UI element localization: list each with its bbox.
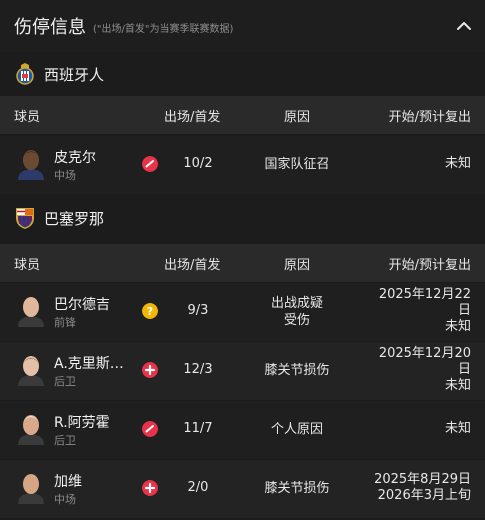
- team-name: 西班牙人: [44, 66, 105, 84]
- player-reason: 出战成疑 受伤: [248, 295, 346, 329]
- player-reason: 膝关节损伤: [264, 481, 330, 496]
- reason-line: 出战成疑: [270, 296, 323, 311]
- player-return: 2025年8月29日 2026年3月上旬: [351, 472, 471, 504]
- table-row[interactable]: R.阿劳霍 后卫 11/7 个人原因 未知: [0, 401, 485, 459]
- col-player: 球员: [14, 110, 41, 125]
- player-apps: 2/0: [187, 480, 209, 495]
- player-position: 后卫: [54, 434, 76, 447]
- player-position: 前锋: [54, 316, 76, 329]
- injury-panel: 伤停信息 ("出场/首发"为当赛季联赛数据) 西班牙人 球员 出场/首发 原因 …: [0, 0, 485, 520]
- player-reason: 膝关节损伤: [264, 363, 330, 378]
- table-row[interactable]: A.克里斯… 后卫 12/3 膝关节损伤 2025年12月20 日 未知: [0, 342, 485, 400]
- col-reason: 原因: [284, 110, 311, 125]
- panel-subtitle: ("出场/首发"为当赛季联赛数据): [93, 24, 234, 35]
- col-apps: 出场/首发: [164, 258, 221, 273]
- player-apps: 9/3: [187, 303, 209, 318]
- col-reason: 原因: [284, 258, 311, 273]
- table-row[interactable]: 加维 中场 2/0 膝关节损伤 2025年8月29日 2026年3月上旬: [0, 460, 485, 518]
- team-name: 巴塞罗那: [44, 210, 105, 228]
- question-icon: ?: [142, 303, 158, 319]
- medical-cross-icon: [142, 480, 158, 496]
- panel-title: 伤停信息: [14, 17, 86, 38]
- barcelona-crest-icon: [16, 208, 34, 229]
- player-position: 后卫: [54, 375, 76, 388]
- col-player: 球员: [14, 258, 41, 273]
- medical-cross-icon: [142, 362, 158, 378]
- return-line: 未知: [444, 378, 471, 393]
- player-name: 加维: [54, 474, 82, 490]
- return-line: 2026年3月上旬: [377, 488, 471, 503]
- player-reason: 个人原因: [270, 422, 323, 437]
- return-line: 未知: [444, 319, 471, 334]
- return-line: 2025年12月22: [378, 287, 471, 302]
- team-section-barcelona: 巴塞罗那: [0, 196, 485, 240]
- team-section-espanyol: 西班牙人: [0, 52, 485, 96]
- player-return: 未知: [444, 156, 471, 171]
- player-avatar: [18, 415, 44, 445]
- red-injury-icon: [142, 421, 158, 437]
- player-avatar: [18, 297, 44, 327]
- table-header: 球员 出场/首发 原因 开始/预计复出: [0, 96, 485, 134]
- player-avatar: [18, 474, 44, 504]
- return-line: 日: [457, 303, 471, 318]
- table-row[interactable]: 皮克尔 中场 10/2 国家队征召 未知: [0, 136, 485, 194]
- player-avatar: [18, 150, 44, 180]
- return-line: 日: [457, 362, 471, 377]
- return-line: 2025年12月20: [378, 346, 471, 361]
- reason-line: 受伤: [283, 313, 310, 328]
- col-apps: 出场/首发: [164, 110, 221, 125]
- player-apps: 11/7: [183, 421, 213, 436]
- return-line: 2025年8月29日: [374, 472, 471, 487]
- player-name: R.阿劳霍: [54, 415, 110, 431]
- svg-text:?: ?: [147, 305, 153, 318]
- player-position: 中场: [54, 169, 76, 182]
- espanyol-crest-icon: [16, 63, 34, 85]
- player-name: A.克里斯…: [54, 356, 124, 372]
- player-apps: 12/3: [183, 362, 213, 377]
- player-return: 2025年12月20 日 未知: [351, 346, 471, 394]
- panel-header: 伤停信息 ("出场/首发"为当赛季联赛数据): [0, 0, 485, 52]
- player-return: 未知: [444, 421, 471, 436]
- player-apps: 10/2: [183, 156, 213, 171]
- player-name: 皮克尔: [54, 150, 96, 166]
- red-injury-icon: [142, 156, 158, 172]
- table-row[interactable]: 巴尔德吉 前锋 ? 9/3 出战成疑 受伤 2025年12月22 日 未知: [0, 283, 485, 341]
- col-return: 开始/预计复出: [388, 258, 471, 273]
- col-return: 开始/预计复出: [388, 110, 471, 125]
- table-header: 球员 出场/首发 原因 开始/预计复出: [0, 244, 485, 282]
- chevron-up-icon[interactable]: [453, 15, 475, 37]
- player-return: 2025年12月22 日 未知: [351, 287, 471, 335]
- player-name: 巴尔德吉: [54, 297, 110, 313]
- player-avatar: [18, 356, 44, 386]
- player-reason: 国家队征召: [264, 157, 330, 172]
- player-position: 中场: [54, 493, 76, 506]
